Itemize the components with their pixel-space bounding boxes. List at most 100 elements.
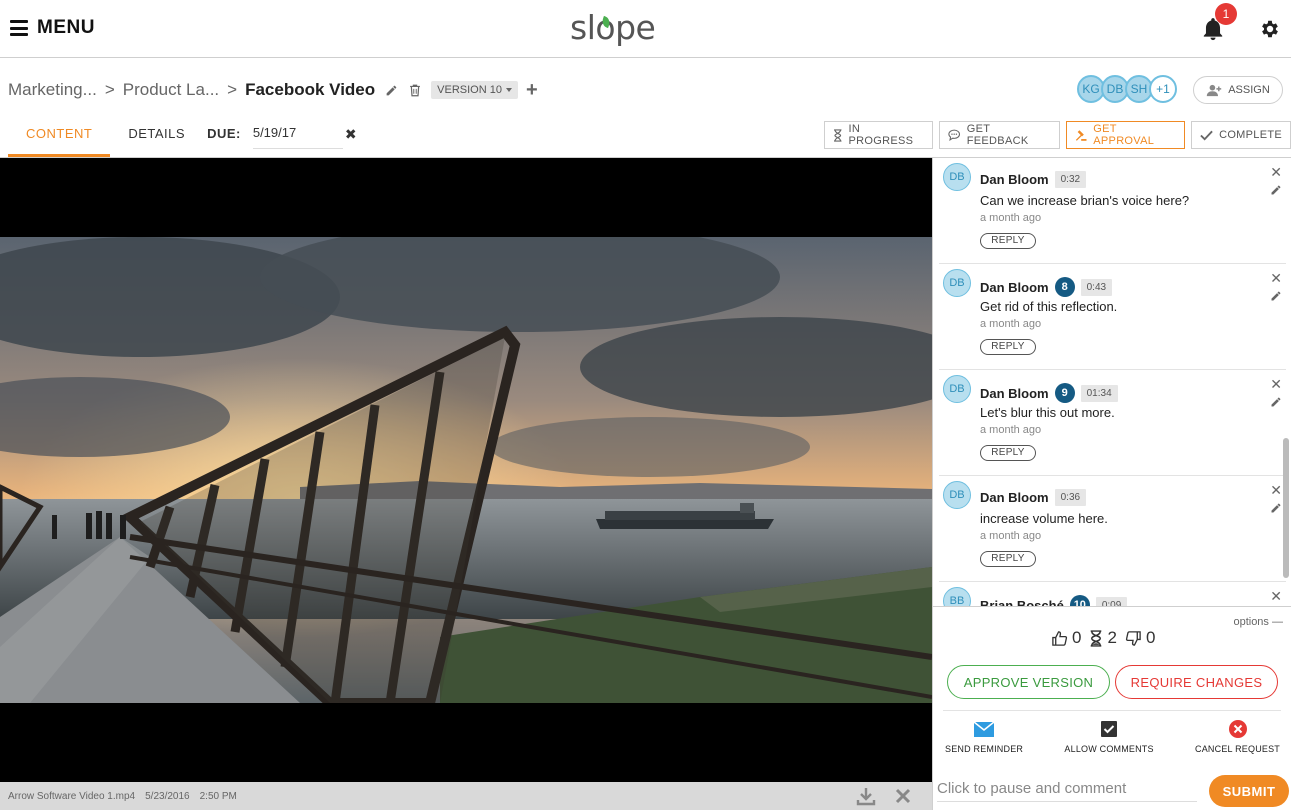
comment-scrollbar[interactable] [1283, 438, 1289, 578]
thumbs-down-icon [1125, 630, 1141, 646]
more-assignees[interactable]: +1 [1149, 75, 1177, 103]
avatar: DB [943, 163, 971, 191]
clear-date-icon[interactable]: ✖ [345, 116, 357, 157]
comment-author: Dan Bloom [980, 172, 1049, 187]
reply-button[interactable]: REPLY [980, 339, 1036, 355]
send-reminder-label: SEND REMINDER [945, 744, 1024, 754]
reply-button[interactable]: REPLY [980, 551, 1036, 567]
allow-comments-toggle[interactable]: ALLOW COMMENTS [1064, 720, 1154, 754]
menu-button[interactable]: MENU [10, 17, 95, 39]
video-player[interactable] [0, 158, 932, 782]
comment-timecode[interactable]: 0:09 [1095, 596, 1128, 606]
approve-version-button[interactable]: APPROVE VERSION [947, 665, 1110, 699]
comment-timestamp: a month ago [980, 212, 1042, 224]
pencil-icon[interactable] [1270, 396, 1282, 408]
logo-text-start: sl [570, 8, 596, 47]
menu-label: MENU [37, 17, 95, 38]
trash-icon[interactable] [407, 82, 423, 98]
comment-text: Let's blur this out more. [980, 405, 1115, 420]
assignee-avatars: KG DB SH +1 [1077, 75, 1177, 103]
reply-button[interactable]: REPLY [980, 445, 1036, 461]
minus-icon: — [1272, 616, 1283, 628]
close-icon[interactable]: ✕ [1270, 164, 1282, 181]
pending-value: 2 [1107, 628, 1117, 647]
vote-summary: 0 2 0 [1051, 628, 1155, 648]
caret-down-icon [505, 88, 512, 92]
allow-comments-label: ALLOW COMMENTS [1064, 744, 1154, 754]
slope-logo[interactable]: slo pe [570, 8, 656, 47]
assign-label: ASSIGN [1228, 84, 1270, 96]
pencil-icon[interactable] [1270, 184, 1282, 196]
thumbs-down-count: 0 [1145, 628, 1156, 647]
download-icon[interactable] [856, 786, 876, 806]
checkmark-icon [1200, 130, 1213, 141]
comment-number-badge: 10 [1069, 595, 1090, 606]
comment-header: Dan Bloom 9 01:34 [980, 383, 1118, 403]
comment-author: Dan Bloom [980, 385, 1049, 401]
due-date-input[interactable] [252, 116, 343, 149]
in-progress-label: IN PROGRESS [848, 123, 914, 147]
assign-button[interactable]: ASSIGN [1193, 76, 1283, 104]
comment-header: Dan Bloom 8 0:43 [980, 277, 1113, 297]
require-changes-button[interactable]: REQUIRE CHANGES [1115, 665, 1278, 699]
get-approval-button[interactable]: GET APPROVAL [1065, 121, 1186, 149]
close-icon[interactable]: ✕ [1270, 270, 1282, 287]
comment-header: Dan Bloom 0:36 [980, 489, 1087, 506]
get-feedback-button[interactable]: GET FEEDBACK [939, 121, 1060, 149]
reply-button[interactable]: REPLY [980, 233, 1036, 249]
pencil-icon[interactable] [383, 82, 399, 98]
comment-number-badge: 9 [1054, 383, 1075, 403]
status-buttons: IN PROGRESS GET FEEDBACK GET APPROVAL CO… [824, 121, 1291, 149]
send-reminder-button[interactable]: SEND REMINDER [945, 720, 1023, 754]
cancel-request-button[interactable]: CANCEL REQUEST [1195, 720, 1280, 754]
envelope-icon [974, 720, 995, 738]
file-date: 5/23/2016 [145, 790, 190, 802]
logo-text-end: pe [615, 8, 656, 47]
complete-label: COMPLETE [1219, 129, 1282, 141]
comment-text: Get rid of this reflection. [980, 299, 1118, 314]
close-icon[interactable]: ✕ [1270, 376, 1282, 393]
tab-bar: CONTENT DETAILS DUE: ✖ [8, 116, 357, 157]
in-progress-button[interactable]: IN PROGRESS [824, 121, 934, 149]
add-version-icon[interactable]: + [526, 80, 538, 100]
close-icon[interactable]: ✕ [1270, 588, 1282, 605]
comment-timestamp: a month ago [980, 530, 1042, 542]
tab-details[interactable]: DETAILS [110, 116, 203, 157]
comment-list[interactable]: DB Dan Bloom 0:32 Can we increase brian'… [933, 158, 1291, 607]
options-toggle[interactable]: options — [1233, 616, 1283, 628]
pencil-icon[interactable] [1270, 502, 1282, 514]
comment-timecode[interactable]: 01:34 [1080, 384, 1118, 402]
feedback-panel: DB Dan Bloom 0:32 Can we increase brian'… [932, 158, 1291, 810]
pencil-icon[interactable] [1270, 290, 1282, 302]
complete-button[interactable]: COMPLETE [1191, 121, 1291, 149]
avatar: DB [943, 375, 971, 403]
breadcrumb-item-marketing[interactable]: Marketing... [8, 80, 97, 100]
get-approval-label: GET APPROVAL [1093, 123, 1155, 147]
close-icon[interactable] [893, 786, 913, 806]
tab-content[interactable]: CONTENT [8, 116, 111, 157]
avatar: BB [943, 587, 971, 606]
comment-author: Dan Bloom [980, 279, 1049, 295]
notification-badge: 1 [1215, 3, 1237, 25]
comment-number-badge: 8 [1054, 277, 1075, 297]
version-dropdown[interactable]: VERSION 10 [431, 81, 518, 99]
comment-timestamp: a month ago [980, 424, 1042, 436]
comment-input[interactable] [937, 776, 1197, 802]
comment-text: Can we increase brian's voice here? [980, 193, 1190, 208]
comment-item: DB Dan Bloom 0:36 increase volume here. … [939, 476, 1286, 582]
gavel-icon [1075, 129, 1087, 141]
video-frame[interactable] [0, 237, 932, 703]
file-name: Arrow Software Video 1.mp4 [8, 790, 136, 802]
close-icon[interactable]: ✕ [1270, 482, 1282, 499]
breadcrumb-item-product[interactable]: Product La... [123, 80, 219, 100]
gear-icon[interactable] [1259, 18, 1281, 40]
thumbs-up-icon [1052, 630, 1068, 646]
comment-timecode[interactable]: 0:43 [1080, 278, 1113, 296]
comment-header: Dan Bloom 0:32 [980, 171, 1087, 188]
submit-button[interactable]: SUBMIT [1209, 775, 1289, 807]
avatar: DB [943, 269, 971, 297]
comment-timecode[interactable]: 0:36 [1054, 489, 1087, 506]
cancel-circle-icon [1228, 720, 1248, 738]
speech-bubble-icon [948, 129, 961, 141]
comment-timecode[interactable]: 0:32 [1054, 171, 1087, 188]
